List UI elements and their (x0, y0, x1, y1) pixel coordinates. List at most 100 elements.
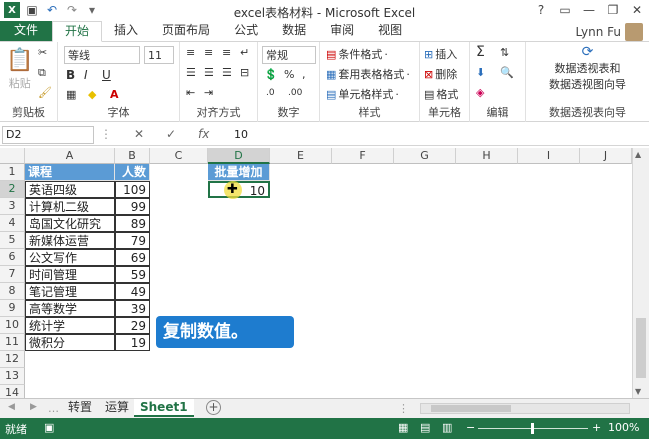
row-header[interactable]: 8 (0, 283, 25, 300)
table-cell-course[interactable]: 高等数学 (25, 300, 115, 317)
align-bottom-icon[interactable]: ≡ (222, 46, 231, 59)
table-header-count[interactable]: 人数 (115, 164, 150, 181)
borders-icon[interactable]: ▦ (66, 88, 76, 101)
sheet-prev-icon[interactable]: ◀ (8, 402, 15, 412)
bold-button[interactable]: B (66, 68, 75, 82)
ribbon-display-icon[interactable]: ▭ (553, 0, 577, 20)
column-header-d[interactable]: D (208, 148, 270, 164)
scrollbar-thumb[interactable] (636, 318, 646, 378)
restore-icon[interactable]: ❐ (601, 0, 625, 20)
column-header-a[interactable]: A (25, 148, 115, 164)
row-header[interactable]: 9 (0, 300, 25, 317)
table-cell-course[interactable]: 计算机二级 (25, 198, 115, 215)
row-header[interactable]: 4 (0, 215, 25, 232)
font-name-select[interactable]: 等线 (64, 46, 140, 64)
sheet-next-icon[interactable]: ▶ (30, 402, 37, 412)
normal-view-icon[interactable]: ▦ (398, 421, 408, 434)
outdent-icon[interactable]: ⇥ (204, 86, 213, 99)
copy-icon[interactable]: ⧉ (38, 66, 46, 80)
clear-icon[interactable]: ◈ (476, 86, 484, 99)
sheet-tab[interactable]: 运算 (99, 399, 135, 417)
comma-icon[interactable]: , (302, 68, 306, 81)
row-header[interactable]: 5 (0, 232, 25, 249)
table-cell-course[interactable]: 微积分 (25, 334, 115, 351)
decrease-decimal-icon[interactable]: .00 (288, 88, 302, 98)
cancel-entry-icon[interactable]: ✕ (134, 127, 144, 141)
spreadsheet-grid[interactable]: A B C D E F G H I J 1 2 3 4 5 6 7 8 9 10… (0, 148, 632, 398)
row-header[interactable]: 7 (0, 266, 25, 283)
row-header[interactable]: 10 (0, 317, 25, 334)
cell-styles-button[interactable]: ▤ 单元格样式 · (326, 86, 399, 102)
tab-insert[interactable]: 插入 (102, 21, 150, 41)
table-cell-count[interactable]: 99 (115, 198, 150, 215)
sort-filter-icon[interactable]: ⇅ (500, 46, 509, 59)
options-icon[interactable]: ⋮ (100, 127, 112, 141)
table-cell-course[interactable]: 岛国文化研究 (25, 215, 115, 232)
tab-data[interactable]: 数据 (270, 21, 318, 41)
column-header-h[interactable]: H (456, 148, 518, 164)
zoom-slider-thumb[interactable] (531, 423, 534, 434)
enter-entry-icon[interactable]: ✓ (166, 127, 176, 141)
conditional-formatting-button[interactable]: ▤ 条件格式 · (326, 46, 388, 62)
align-top-icon[interactable]: ≡ (186, 46, 195, 59)
italic-button[interactable]: I (84, 68, 88, 82)
row-header[interactable]: 1 (0, 164, 25, 181)
find-select-icon[interactable]: 🔍 (500, 66, 514, 79)
table-cell-course[interactable]: 统计学 (25, 317, 115, 334)
table-cell-count[interactable]: 49 (115, 283, 150, 300)
font-size-select[interactable]: 11 (144, 46, 174, 64)
align-left-icon[interactable]: ☰ (186, 66, 196, 79)
wrap-text-icon[interactable]: ↵ (240, 46, 249, 59)
avatar[interactable] (625, 23, 643, 41)
zoom-in-icon[interactable]: + (592, 421, 601, 434)
more-sheets-icon[interactable]: … (48, 402, 59, 415)
sheet-tab-active[interactable]: Sheet1 (134, 399, 194, 417)
table-cell-course[interactable]: 公文写作 (25, 249, 115, 266)
column-header-c[interactable]: C (150, 148, 208, 164)
delete-cells-button[interactable]: ⊠ 删除 (424, 66, 457, 82)
row-header[interactable]: 6 (0, 249, 25, 266)
tab-review[interactable]: 审阅 (318, 21, 366, 41)
column-header-f[interactable]: F (332, 148, 394, 164)
tab-file[interactable]: 文件 (0, 21, 53, 41)
table-cell-count[interactable]: 89 (115, 215, 150, 232)
tab-page-layout[interactable]: 页面布局 (150, 21, 222, 41)
batch-increase-header[interactable]: 批量增加 (208, 164, 270, 181)
close-icon[interactable]: ✕ (625, 0, 649, 20)
number-format-select[interactable]: 常规 (262, 46, 316, 64)
scroll-up-icon[interactable]: ▲ (635, 150, 641, 159)
row-header[interactable]: 3 (0, 198, 25, 215)
table-cell-course[interactable]: 笔记管理 (25, 283, 115, 300)
tab-view[interactable]: 视图 (366, 21, 414, 41)
table-cell-count[interactable]: 69 (115, 249, 150, 266)
format-cells-button[interactable]: ▤ 格式 (424, 86, 458, 102)
table-cell-count[interactable]: 19 (115, 334, 150, 351)
cut-icon[interactable]: ✂ (38, 46, 47, 59)
insert-function-icon[interactable]: fx (198, 127, 209, 141)
indent-icon[interactable]: ⇤ (186, 86, 195, 99)
name-box[interactable]: D2 (2, 126, 94, 144)
scroll-down-icon[interactable]: ▼ (635, 387, 641, 396)
table-cell-count[interactable]: 29 (115, 317, 150, 334)
horizontal-scrollbar[interactable] (420, 403, 630, 414)
fill-icon[interactable]: ⬇ (476, 66, 485, 79)
column-header-i[interactable]: I (518, 148, 580, 164)
table-cell-count[interactable]: 79 (115, 232, 150, 249)
zoom-level[interactable]: 100% (608, 421, 639, 434)
increase-decimal-icon[interactable]: .0 (266, 88, 275, 98)
user-name[interactable]: Lynn Fu (575, 25, 621, 39)
insert-cells-button[interactable]: ⊞ 插入 (424, 46, 457, 62)
underline-button[interactable]: U (102, 68, 111, 82)
page-break-view-icon[interactable]: ▥ (442, 421, 452, 434)
table-cell-course[interactable]: 英语四级 (25, 181, 115, 198)
row-header[interactable]: 2 (0, 181, 25, 198)
percent-icon[interactable]: % (284, 68, 294, 81)
add-sheet-icon[interactable]: + (206, 400, 221, 415)
column-header-j[interactable]: J (580, 148, 632, 164)
select-all-corner[interactable] (0, 148, 25, 164)
sheet-tab[interactable]: 转置 (62, 399, 98, 417)
table-cell-count[interactable]: 109 (115, 181, 150, 198)
row-header[interactable]: 14 (0, 385, 25, 398)
align-right-icon[interactable]: ☰ (222, 66, 232, 79)
row-header[interactable]: 11 (0, 334, 25, 351)
